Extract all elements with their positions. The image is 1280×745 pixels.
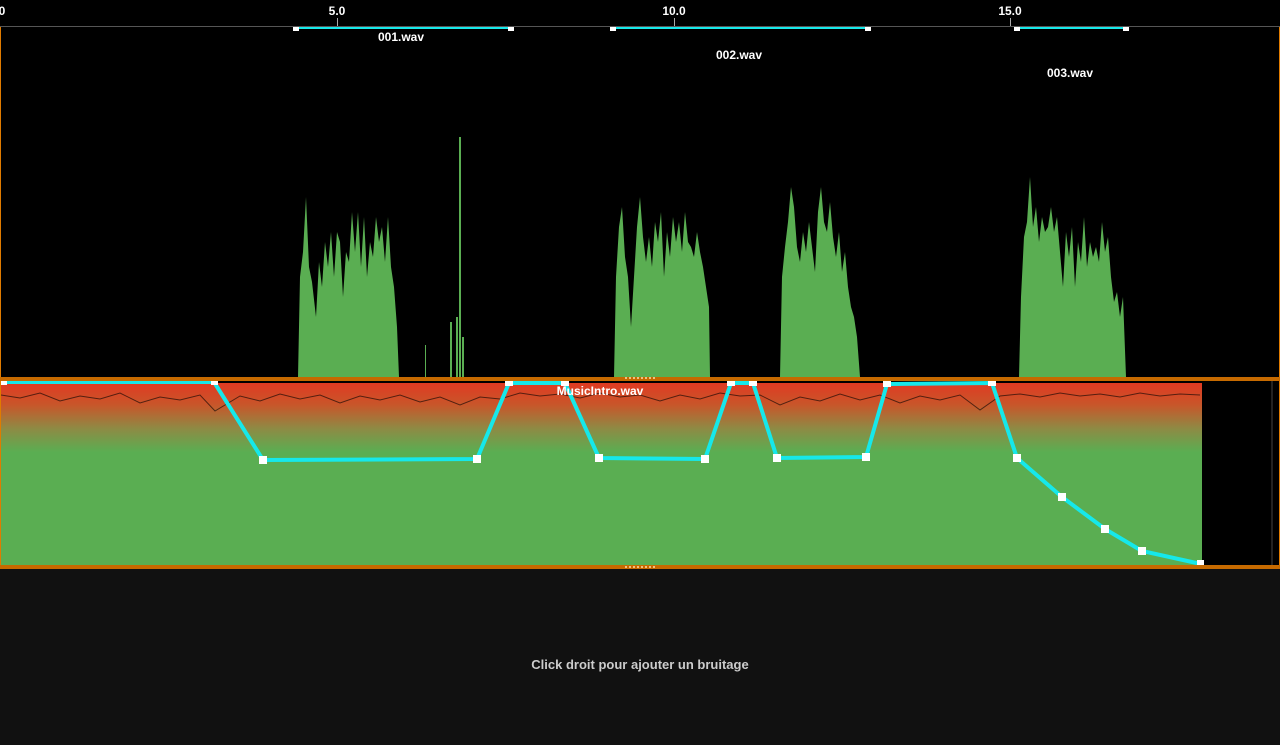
resize-grip-icon[interactable] (625, 566, 655, 568)
sound-effects-drop-zone[interactable]: Click droit pour ajouter un bruitage (0, 569, 1280, 745)
ruler-tick (1010, 18, 1011, 26)
music-clip-label[interactable]: MusicIntro.wav (557, 384, 644, 398)
clip-label-001[interactable]: 001.wav (378, 30, 424, 44)
ruler-label-5: 5.0 (328, 4, 346, 18)
waveform-004[interactable] (1019, 177, 1126, 377)
music-waveform (0, 381, 1273, 565)
music-track[interactable]: MusicIntro.wav (0, 381, 1280, 565)
ruler-label-0: 0 (0, 4, 6, 18)
voice-track[interactable]: 001.wav 002.wav 003.wav (0, 27, 1280, 377)
clip-label-003[interactable]: 003.wav (1047, 66, 1093, 80)
ruler-tick (337, 18, 338, 26)
clip-range-002[interactable] (610, 27, 871, 31)
waveform-001[interactable] (298, 137, 464, 377)
ruler-label-15: 15.0 (998, 4, 1022, 18)
ruler-label-10: 10.0 (662, 4, 686, 18)
waveform-002[interactable] (614, 197, 710, 377)
clip-range-003[interactable] (1014, 27, 1129, 31)
resize-grip-icon[interactable] (625, 377, 655, 379)
clip-label-002[interactable]: 002.wav (716, 48, 762, 62)
music-clip-body[interactable] (1, 383, 1202, 565)
time-ruler[interactable]: 0 5.0 10.0 15.0 (0, 0, 1280, 27)
ruler-tick (674, 18, 675, 26)
waveform-003[interactable] (780, 187, 860, 377)
add-effect-hint: Click droit pour ajouter un bruitage (531, 657, 749, 672)
